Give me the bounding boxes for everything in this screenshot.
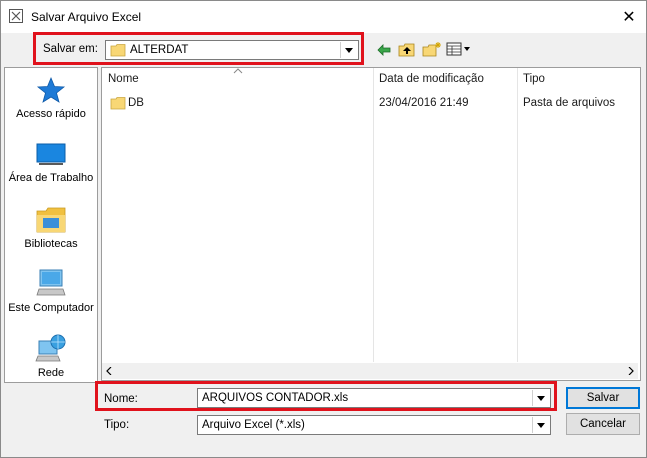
places-bar: Acesso rápido Área de Trabalho Bibliotec…	[4, 67, 98, 383]
place-network[interactable]: Rede	[5, 333, 97, 380]
place-desktop[interactable]: Área de Trabalho	[5, 142, 97, 185]
folder-icon	[110, 97, 126, 110]
file-type: Pasta de arquivos	[523, 97, 616, 109]
filename-combo[interactable]: ARQUIVOS CONTADOR.xls	[197, 388, 551, 408]
back-icon[interactable]	[377, 44, 391, 56]
place-label: Este Computador	[8, 302, 94, 314]
horizontal-scrollbar[interactable]	[102, 363, 638, 379]
place-label: Área de Trabalho	[8, 172, 94, 184]
lookin-value: ALTERDAT	[130, 44, 189, 56]
network-icon	[35, 334, 66, 362]
desktop-icon	[36, 143, 66, 165]
lookin-label: Salvar em:	[43, 43, 98, 55]
chevron-down-icon	[537, 395, 545, 401]
place-this-pc[interactable]: Este Computador	[5, 268, 97, 315]
star-icon	[36, 76, 66, 103]
scroll-left-icon[interactable]	[106, 367, 112, 375]
sort-arrow-icon	[233, 68, 243, 74]
column-divider	[373, 68, 374, 362]
filetype-dropdown-button[interactable]	[532, 417, 549, 433]
close-icon: ✕	[622, 9, 636, 26]
place-label: Acesso rápido	[16, 108, 86, 120]
place-label: Bibliotecas	[24, 238, 78, 250]
scroll-right-icon[interactable]	[628, 367, 634, 375]
place-quick-access[interactable]: Acesso rápido	[5, 76, 97, 121]
place-label: Rede	[37, 367, 65, 379]
column-header-modified[interactable]: Data de modificação	[379, 73, 484, 85]
new-folder-icon[interactable]	[422, 41, 442, 57]
filename-input[interactable]: ARQUIVOS CONTADOR.xls	[202, 392, 348, 404]
filetype-value: Arquivo Excel (*.xls)	[202, 419, 305, 431]
column-header-name[interactable]: Nome	[108, 73, 139, 85]
column-header-type[interactable]: Tipo	[523, 73, 545, 85]
filename-label: Nome:	[104, 393, 138, 405]
folder-icon	[110, 44, 126, 57]
lookin-dropdown-button[interactable]	[340, 42, 357, 58]
save-dialog: Salvar Arquivo Excel ✕ Salvar em: ALTERD…	[0, 0, 647, 458]
view-menu-icon[interactable]	[446, 42, 472, 56]
chevron-down-icon	[537, 422, 545, 428]
file-modified: 23/04/2016 21:49	[379, 97, 469, 109]
title-bar: Salvar Arquivo Excel ✕	[1, 1, 646, 33]
up-folder-icon[interactable]	[398, 42, 416, 57]
filetype-label: Tipo:	[104, 419, 130, 431]
filetype-combo[interactable]: Arquivo Excel (*.xls)	[197, 415, 551, 435]
lookin-combo[interactable]: ALTERDAT	[105, 40, 359, 60]
column-divider	[517, 68, 518, 362]
app-icon	[9, 9, 23, 23]
window-title: Salvar Arquivo Excel	[31, 10, 142, 24]
computer-icon	[36, 269, 66, 296]
libraries-icon	[36, 207, 66, 233]
filename-dropdown-button[interactable]	[532, 390, 549, 406]
file-name: DB	[128, 97, 144, 109]
close-button[interactable]: ✕	[612, 1, 646, 33]
save-button[interactable]: Salvar	[566, 387, 640, 409]
place-libraries[interactable]: Bibliotecas	[5, 206, 97, 251]
cancel-button[interactable]: Cancelar	[566, 413, 640, 435]
chevron-down-icon	[345, 47, 353, 53]
file-list[interactable]: Nome Data de modificação Tipo DB 23/04/2…	[101, 67, 641, 381]
